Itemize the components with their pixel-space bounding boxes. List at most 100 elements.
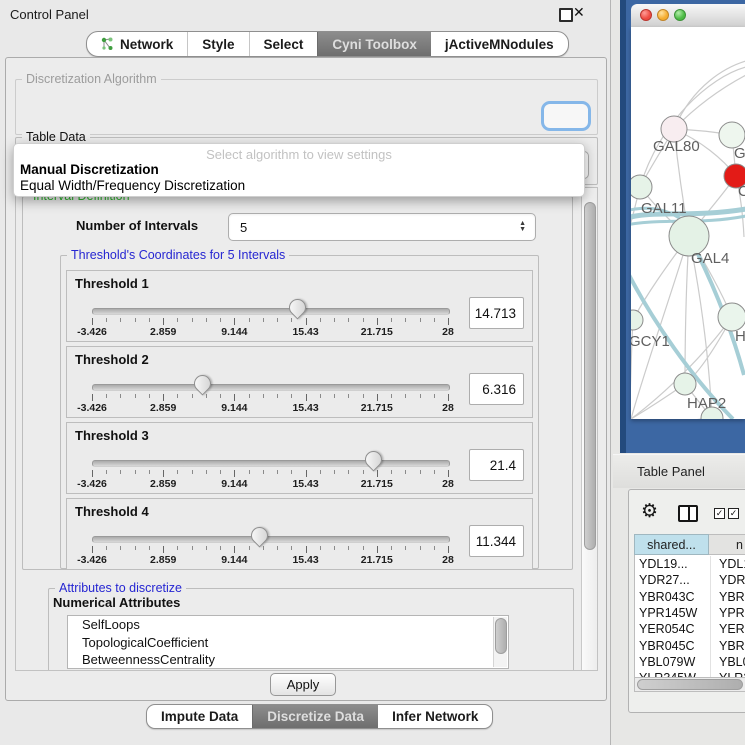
attributes-list-scrollbar[interactable] xyxy=(493,617,507,667)
slider-tick-label: 2.859 xyxy=(150,326,176,338)
threshold-value-field[interactable]: 6.316 xyxy=(469,373,524,405)
slider-tick xyxy=(448,394,449,401)
slider-thumb[interactable] xyxy=(286,295,310,319)
slider-tick xyxy=(377,470,378,477)
numerical-attributes-list[interactable]: SelfLoopsTopologicalCoefficientBetweenne… xyxy=(67,615,509,669)
network-node-gal11[interactable] xyxy=(631,175,652,199)
slider-tick xyxy=(306,318,307,325)
tab-impute-data[interactable]: Impute Data xyxy=(147,705,252,728)
tab-style[interactable]: Style xyxy=(187,32,248,56)
slider-tick xyxy=(149,546,150,550)
table-row[interactable]: YDL19...YDL1 xyxy=(635,556,745,572)
slider-tick xyxy=(334,546,335,550)
slider-tick xyxy=(92,394,93,401)
slider-tick xyxy=(263,394,264,398)
node-label: GA xyxy=(734,145,745,162)
thresholds-group: Threshold's Coordinates for 5 Intervals … xyxy=(60,255,539,569)
network-window-titlebar[interactable] xyxy=(631,4,745,28)
group-title-attributes: Attributes to discretize xyxy=(55,581,186,595)
numerical-attributes-label: Numerical Attributes xyxy=(53,595,180,610)
slider-track[interactable] xyxy=(92,460,450,467)
popup-item-equal-width[interactable]: Equal Width/Frequency Discretization xyxy=(20,178,245,193)
slider-tick xyxy=(448,546,449,553)
cyni-toolbox-panel: Discretization Algorithm Table Data galF… xyxy=(5,57,607,701)
node-label: C xyxy=(738,183,745,200)
close-traffic-light[interactable] xyxy=(640,9,652,21)
slider-tick xyxy=(120,546,121,550)
slider-tick xyxy=(363,546,364,550)
slider-tick xyxy=(320,318,321,322)
cell-name: YBR0 xyxy=(710,589,745,605)
slider-tick xyxy=(163,470,164,477)
table-row[interactable]: YPR145WYPR1 xyxy=(635,605,745,621)
gear-icon[interactable]: ⚙ xyxy=(641,500,658,523)
tab-network[interactable]: Network xyxy=(87,32,187,56)
node-label: H xyxy=(735,328,745,345)
checkbox-icon[interactable] xyxy=(714,508,725,519)
checkbox-icon[interactable] xyxy=(728,508,739,519)
slider-tick xyxy=(334,394,335,398)
slider-tick xyxy=(220,470,221,474)
table-horizontal-scrollbar[interactable] xyxy=(634,677,745,692)
slider-tick-label: -3.426 xyxy=(77,478,107,490)
slider-tick xyxy=(220,394,221,398)
scrollbar-thumb[interactable] xyxy=(584,202,596,550)
column-header-shared-name[interactable]: shared... xyxy=(634,534,709,555)
settings-vertical-scrollbar[interactable] xyxy=(581,188,597,670)
tab-jactivemnodules[interactable]: jActiveMNodules xyxy=(431,32,568,56)
slider-tick-label: 2.859 xyxy=(150,478,176,490)
tab-infer-network[interactable]: Infer Network xyxy=(378,705,492,728)
column-header-name[interactable]: n xyxy=(709,534,745,555)
network-node-h[interactable] xyxy=(718,303,745,331)
table-row[interactable]: YBR045CYBR0 xyxy=(635,637,745,653)
threshold-value-field[interactable]: 14.713 xyxy=(469,297,524,329)
cell-name: YBR0 xyxy=(710,637,745,653)
slider-tick xyxy=(448,318,449,325)
table-row[interactable]: YER054CYER0 xyxy=(635,621,745,637)
table-row[interactable]: YDR27...YDR2 xyxy=(635,572,745,588)
slider-track[interactable] xyxy=(92,536,450,543)
slider-tick xyxy=(391,394,392,398)
slider-thumb[interactable] xyxy=(362,447,386,471)
slider-tick xyxy=(277,394,278,398)
zoom-traffic-light[interactable] xyxy=(674,9,686,21)
tab-select[interactable]: Select xyxy=(249,32,318,56)
slider-thumb[interactable] xyxy=(248,523,272,547)
popup-item-manual-discretization[interactable]: Manual Discretization xyxy=(20,162,159,177)
slider-tick xyxy=(177,394,178,398)
number-of-intervals-combobox[interactable]: 5 ▲▼ xyxy=(228,213,536,241)
float-window-icon[interactable] xyxy=(559,8,573,22)
network-canvas[interactable]: GAL80GACGAL11GAL4GCY1HHAP2 xyxy=(631,27,745,419)
threshold-value-field[interactable]: 11.344 xyxy=(469,525,524,557)
slider-tick xyxy=(306,546,307,553)
interval-definition-group: Interval Definition Number of Intervals … xyxy=(22,196,573,570)
attribute-item[interactable]: TopologicalCoefficient xyxy=(68,634,508,652)
cell-shared-name: YDR27... xyxy=(635,573,710,587)
algorithm-combobox[interactable] xyxy=(541,101,591,131)
slider-tick xyxy=(348,394,349,398)
cell-shared-name: YPR145W xyxy=(635,606,710,620)
slider-track[interactable] xyxy=(92,384,450,391)
slider-track[interactable] xyxy=(92,308,450,315)
slider-tick-label: -3.426 xyxy=(77,326,107,338)
slider-tick xyxy=(149,318,150,322)
tab-discretize-data[interactable]: Discretize Data xyxy=(252,705,378,728)
columns-icon[interactable] xyxy=(678,505,698,522)
attribute-item[interactable]: SelfLoops xyxy=(68,616,508,634)
network-node-hap2[interactable] xyxy=(674,373,696,395)
apply-button[interactable]: Apply xyxy=(270,673,336,696)
slider-tick xyxy=(234,470,235,477)
attribute-item[interactable]: BetweennessCentrality xyxy=(68,651,508,669)
scrollbar-thumb[interactable] xyxy=(637,679,743,690)
tab-cyni-toolbox[interactable]: Cyni Toolbox xyxy=(317,32,431,56)
slider-tick xyxy=(291,546,292,550)
table-row[interactable]: YBR043CYBR0 xyxy=(635,589,745,605)
table-row[interactable]: YBL079WYBL0 xyxy=(635,654,745,670)
slider-tick-label: 21.715 xyxy=(361,326,393,338)
threshold-value-field[interactable]: 21.4 xyxy=(469,449,524,481)
slider-thumb[interactable] xyxy=(191,371,215,395)
network-node-gcy1[interactable] xyxy=(631,310,643,330)
network-edge[interactable] xyxy=(631,418,712,419)
minimize-traffic-light[interactable] xyxy=(657,9,669,21)
close-window-icon[interactable]: ✕ xyxy=(573,4,585,21)
